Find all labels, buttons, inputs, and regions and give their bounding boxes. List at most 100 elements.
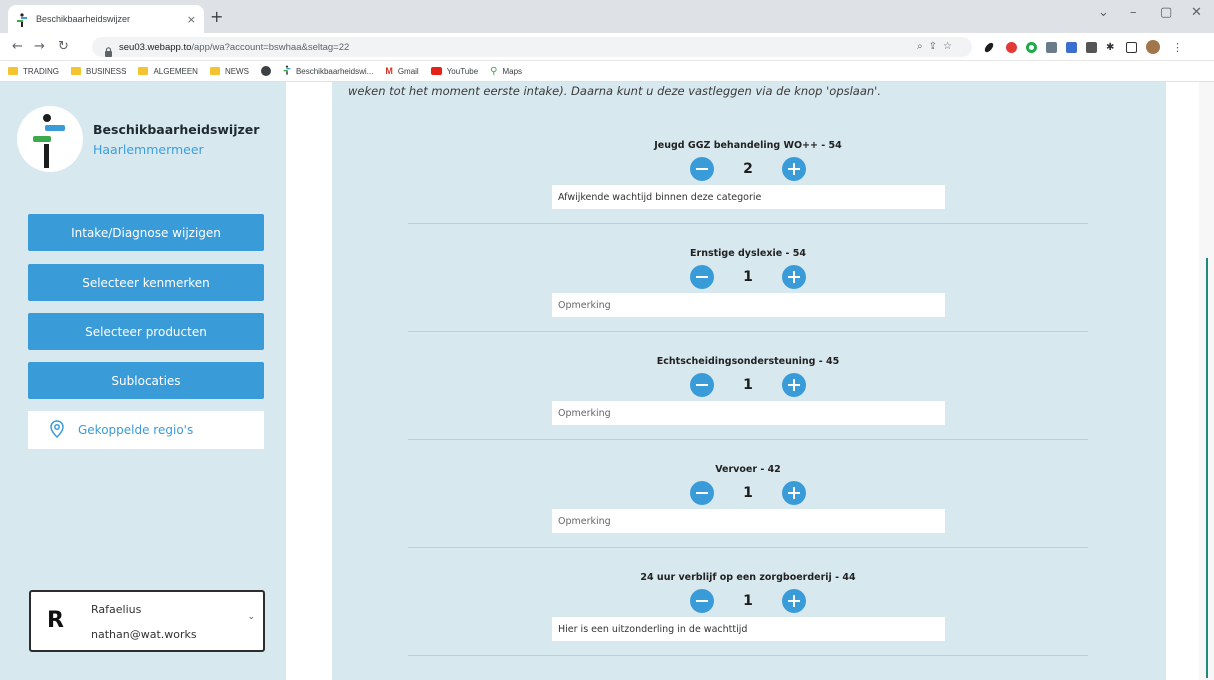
share-icon[interactable]: ⇪ bbox=[929, 41, 943, 52]
gekoppelde-regios-label: Gekoppelde regio's bbox=[78, 423, 194, 437]
bookmark-business[interactable]: BUSINESS bbox=[71, 67, 126, 76]
plus-button[interactable] bbox=[782, 157, 806, 181]
remark-input[interactable] bbox=[552, 617, 945, 641]
plus-button[interactable] bbox=[782, 373, 806, 397]
item-title: Ernstige dyslexie - 54 bbox=[690, 248, 806, 259]
browser-menu-icon[interactable]: ⋮ bbox=[1172, 42, 1183, 53]
user-email: nathan@wat.works bbox=[91, 628, 197, 641]
address-bar[interactable]: seu03.webapp.to /app/wa?account=bswhaa&s… bbox=[92, 37, 972, 57]
restore-icon[interactable]: ▢ bbox=[1160, 5, 1172, 20]
list-item: Jeugd GGZ behandeling WO++ - 54 2 bbox=[408, 140, 1088, 224]
minus-button[interactable] bbox=[690, 481, 714, 505]
grid-extension-icon[interactable] bbox=[1086, 42, 1097, 53]
minus-icon bbox=[696, 168, 708, 171]
plus-button[interactable] bbox=[782, 589, 806, 613]
quantity-stepper: 2 bbox=[408, 157, 1088, 181]
sublocaties-button[interactable]: Sublocaties bbox=[28, 362, 264, 399]
youtube-icon bbox=[430, 67, 442, 75]
colorful-extension-icon[interactable] bbox=[1066, 42, 1077, 53]
minimize-icon[interactable]: – bbox=[1130, 5, 1137, 20]
list-item: Ernstige dyslexie - 54 1 bbox=[408, 248, 1088, 332]
remark-input[interactable] bbox=[552, 185, 945, 209]
quantity-value: 2 bbox=[743, 161, 753, 177]
item-title: Echtscheidingsondersteuning - 45 bbox=[656, 356, 840, 367]
plus-icon-vertical bbox=[792, 163, 796, 175]
bookmarks-bar: TRADING BUSINESS ALGEMEEN NEWS Beschikba… bbox=[0, 61, 1214, 82]
select-kenmerken-button[interactable]: Selecteer kenmerken bbox=[28, 264, 264, 301]
quantity-value: 1 bbox=[743, 485, 753, 501]
list-item: Vervoer - 42 1 bbox=[408, 464, 1088, 548]
select-producten-button[interactable]: Selecteer producten bbox=[28, 313, 264, 350]
item-title: 24 uur verblijf op een zorgboerderij - 4… bbox=[640, 572, 856, 583]
intake-diagnose-button[interactable]: Intake/Diagnose wijzigen bbox=[28, 214, 264, 251]
browser-toolbar: ← → ↻ seu03.webapp.to /app/wa?account=bs… bbox=[0, 33, 1214, 61]
bookmark-algemeen[interactable]: ALGEMEEN bbox=[138, 67, 198, 76]
main-content: weken tot het moment eerste intake). Daa… bbox=[332, 82, 1166, 680]
remark-input[interactable] bbox=[552, 401, 945, 425]
quantity-value: 1 bbox=[743, 593, 753, 609]
minus-button[interactable] bbox=[690, 157, 714, 181]
scrollbar-thumb[interactable] bbox=[1206, 258, 1208, 678]
quantity-value: 1 bbox=[743, 377, 753, 393]
quantity-stepper: 1 bbox=[408, 481, 1088, 505]
puzzle-extensions-icon[interactable]: ✱ bbox=[1106, 42, 1117, 53]
plus-icon-vertical bbox=[792, 487, 796, 499]
url-path: /app/wa?account=bswhaa&seltag=22 bbox=[191, 41, 350, 53]
bookmark-news[interactable]: NEWS bbox=[209, 67, 249, 76]
user-menu[interactable]: R Rafaelius nathan@wat.works ⌄ bbox=[29, 590, 265, 652]
address-bar-actions[interactable]: ⌕⇪☆ bbox=[917, 41, 958, 52]
plus-icon-vertical bbox=[792, 379, 796, 391]
browser-tab[interactable]: Beschikbaarheidswijzer × bbox=[8, 5, 204, 33]
minus-button[interactable] bbox=[690, 373, 714, 397]
bookmark-trading[interactable]: TRADING bbox=[8, 67, 59, 76]
chevron-down-icon[interactable]: ⌄ bbox=[247, 612, 255, 622]
new-tab-button[interactable]: + bbox=[210, 7, 223, 26]
minus-button[interactable] bbox=[690, 589, 714, 613]
tab-search-chevron-icon[interactable]: ⌄ bbox=[1098, 5, 1109, 20]
quantity-stepper: 1 bbox=[408, 373, 1088, 397]
bookmark-globe[interactable] bbox=[260, 66, 271, 76]
globe-icon bbox=[260, 66, 271, 76]
minus-icon bbox=[696, 384, 708, 387]
close-window-icon[interactable]: ✕ bbox=[1191, 5, 1202, 20]
gekoppelde-regios-button[interactable]: Gekoppelde regio's bbox=[28, 411, 264, 449]
forward-icon[interactable]: → bbox=[34, 39, 45, 54]
screen-extension-icon[interactable] bbox=[1046, 42, 1057, 53]
bookmark-gmail[interactable]: M Gmail bbox=[385, 66, 418, 76]
sidepanel-icon[interactable] bbox=[1126, 42, 1137, 53]
plus-button[interactable] bbox=[782, 481, 806, 505]
minus-button[interactable] bbox=[690, 265, 714, 289]
gmail-icon: M bbox=[385, 66, 393, 76]
bookmark-maps[interactable]: ⚲ Maps bbox=[490, 66, 522, 77]
site-icon bbox=[283, 65, 291, 77]
zoom-icon[interactable]: ⌕ bbox=[917, 41, 929, 52]
lock-icon bbox=[104, 42, 113, 57]
minus-icon bbox=[696, 492, 708, 495]
remark-input[interactable] bbox=[552, 293, 945, 317]
maps-icon: ⚲ bbox=[490, 65, 498, 77]
bookmark-star-icon[interactable]: ☆ bbox=[943, 41, 958, 52]
bookmark-beschikbaarheidswijzer[interactable]: Beschikbaarheidswi... bbox=[283, 65, 373, 77]
remark-input[interactable] bbox=[552, 509, 945, 533]
item-title: Vervoer - 42 bbox=[715, 464, 781, 475]
list-item: Echtscheidingsondersteuning - 45 1 bbox=[408, 356, 1088, 440]
tab-close-icon[interactable]: × bbox=[187, 13, 196, 26]
quantity-stepper: 1 bbox=[408, 589, 1088, 613]
green-ring-extension-icon[interactable] bbox=[1026, 42, 1037, 53]
plus-button[interactable] bbox=[782, 265, 806, 289]
reload-icon[interactable]: ↻ bbox=[58, 39, 69, 54]
profile-avatar-icon[interactable] bbox=[1146, 40, 1160, 54]
brand-subtitle: Haarlemmermeer bbox=[93, 142, 204, 157]
user-name: Rafaelius bbox=[91, 603, 142, 616]
logo-icon bbox=[17, 106, 83, 172]
back-icon[interactable]: ← bbox=[12, 39, 23, 54]
eyedropper-extension-icon[interactable] bbox=[983, 41, 995, 54]
folder-icon bbox=[138, 67, 149, 75]
bookmark-youtube[interactable]: YouTube bbox=[430, 67, 478, 76]
brand[interactable]: Beschikbaarheidswijzer Haarlemmermeer bbox=[17, 106, 267, 176]
plus-icon-vertical bbox=[792, 595, 796, 607]
brand-name: Beschikbaarheidswijzer bbox=[93, 122, 260, 137]
record-extension-icon[interactable] bbox=[1006, 42, 1017, 53]
minus-icon bbox=[696, 276, 708, 279]
tab-title: Beschikbaarheidswijzer bbox=[36, 14, 131, 24]
